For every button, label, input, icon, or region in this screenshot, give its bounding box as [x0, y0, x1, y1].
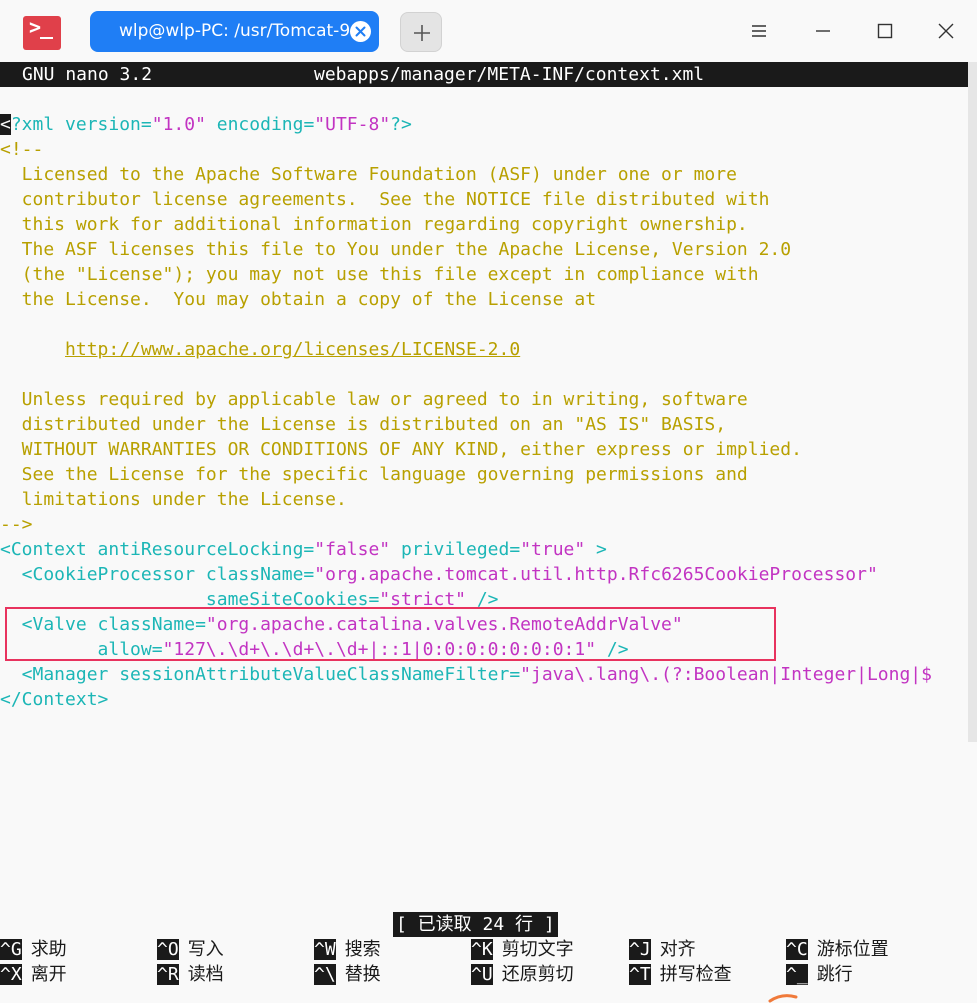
minimize-icon [816, 30, 830, 32]
text-cursor: < [0, 114, 11, 135]
new-tab-button[interactable] [400, 12, 442, 52]
minimize-button[interactable] [809, 17, 837, 45]
annotation-stroke-mark [768, 994, 798, 1003]
shortcut-help[interactable]: ^G 求助 [0, 937, 67, 962]
shortcut-spell-check[interactable]: ^T 拼写检查 [629, 962, 732, 987]
license-line: contributor license agreements. See the … [0, 189, 770, 210]
license-line: Licensed to the Apache Software Foundati… [0, 164, 737, 185]
shortcut-go-to-line[interactable]: ^_ 跳行 [786, 962, 853, 987]
title-bar: > wlp@wlp-PC: /usr/Tomcat-9 [0, 0, 977, 62]
close-button[interactable] [932, 17, 960, 45]
license-line: The ASF licenses this file to You under … [0, 239, 792, 260]
nano-filename: webapps/manager/META-INF/context.xml [314, 64, 705, 85]
license-line: Unless required by applicable law or agr… [0, 389, 748, 410]
context-open-line: <Context antiResourceLocking="false" pri… [0, 539, 607, 560]
license-url-line: http://www.apache.org/licenses/LICENSE-2… [0, 337, 520, 362]
license-line: the License. You may obtain a copy of th… [0, 289, 597, 310]
license-line: limitations under the License. [0, 489, 347, 510]
license-line: this work for additional information reg… [0, 214, 748, 235]
prompt-chevron-glyph: > [29, 15, 42, 39]
terminal-tab[interactable]: wlp@wlp-PC: /usr/Tomcat-9 [90, 11, 379, 52]
license-url-link[interactable]: http://www.apache.org/licenses/LICENSE-2… [65, 339, 520, 360]
cookie-processor-line: <CookieProcessor className="org.apache.t… [0, 564, 878, 585]
shortcut-replace[interactable]: ^\ 替换 [314, 962, 381, 987]
shortcut-search[interactable]: ^W 搜索 [314, 937, 381, 962]
context-close-line: </Context> [0, 689, 109, 710]
hamburger-menu-icon [752, 25, 766, 37]
vertical-scrollbar[interactable] [968, 62, 977, 742]
license-line: distributed under the License is distrib… [0, 414, 727, 435]
nano-header-bar: GNU nano 3.2 webapps/manager/META-INF/co… [0, 62, 968, 87]
comment-close-line: --> [0, 514, 33, 535]
shortcut-read-file[interactable]: ^R 读档 [157, 962, 224, 987]
plus-icon [414, 25, 430, 41]
tab-title: wlp@wlp-PC: /usr/Tomcat-9 [119, 21, 349, 41]
menu-button[interactable] [745, 17, 773, 45]
license-line: (the "License"); you may not use this fi… [0, 264, 759, 285]
valve-highlight-box [5, 607, 776, 661]
shortcut-cut[interactable]: ^K 剪切文字 [471, 937, 574, 962]
prompt-underscore-glyph [40, 37, 53, 39]
close-icon [938, 23, 954, 39]
manager-line: <Manager sessionAttributeValueClassNameF… [0, 664, 932, 685]
shortcut-write[interactable]: ^O 写入 [157, 937, 224, 962]
nano-version: GNU nano 3.2 [22, 64, 153, 85]
maximize-icon [877, 23, 893, 39]
terminal-area[interactable]: GNU nano 3.2 webapps/manager/META-INF/co… [0, 62, 977, 1003]
tab-close-icon[interactable] [350, 21, 371, 42]
shortcut-cursor-position[interactable]: ^C 游标位置 [786, 937, 889, 962]
nano-status-message: [ 已读取 24 行 ] [393, 912, 558, 937]
terminal-window: > wlp@wlp-PC: /usr/Tomcat-9 GNU nano 3.2 [0, 0, 977, 1003]
shortcut-justify[interactable]: ^J 对齐 [629, 937, 696, 962]
license-line: See the License for the specific languag… [0, 464, 748, 485]
shortcut-exit[interactable]: ^X 离开 [0, 962, 67, 987]
comment-open-line: <!-- [0, 139, 44, 160]
maximize-button[interactable] [871, 17, 899, 45]
license-line: WITHOUT WARRANTIES OR CONDITIONS OF ANY … [0, 439, 802, 460]
terminal-app-icon[interactable]: > [23, 16, 61, 50]
shortcut-uncut[interactable]: ^U 还原剪切 [471, 962, 574, 987]
xml-declaration-line: <?xml version="1.0" encoding="UTF-8"?> [0, 114, 412, 135]
